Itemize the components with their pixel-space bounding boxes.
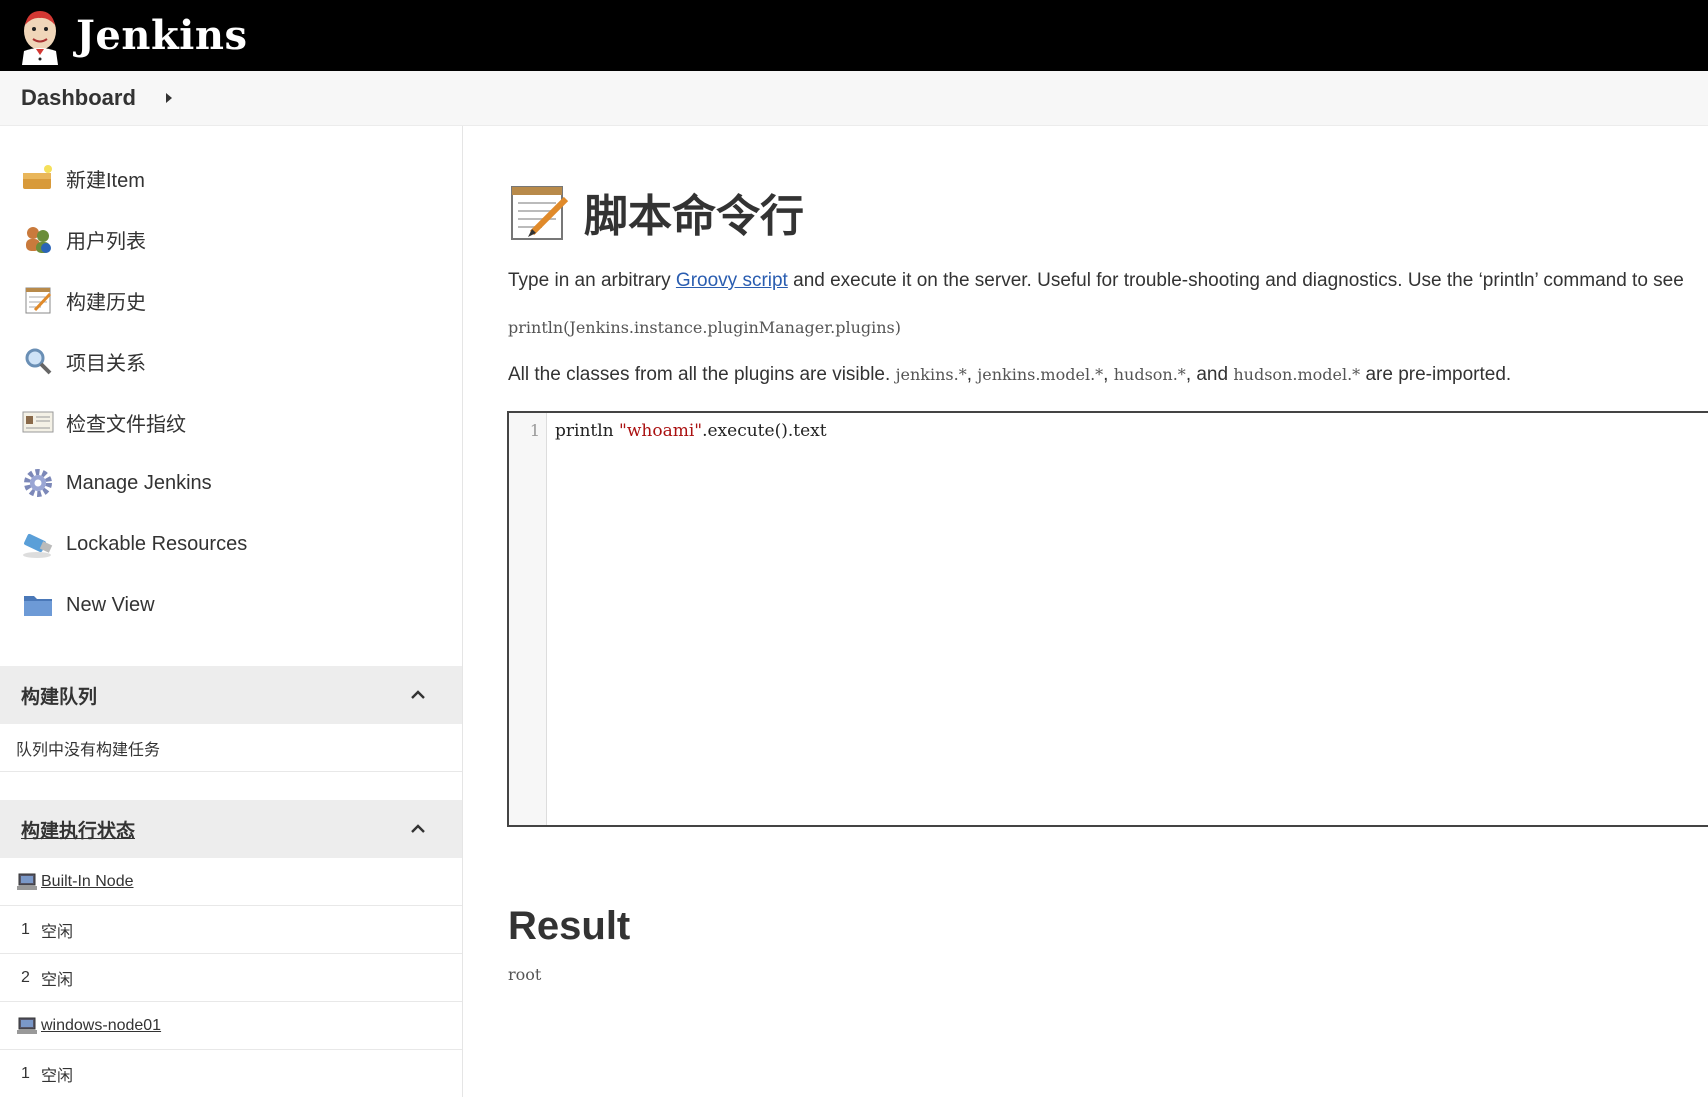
description-text: Type in an arbitrary <box>508 270 676 291</box>
chevron-up-icon[interactable] <box>410 687 426 703</box>
executor-number: 1 <box>21 920 30 938</box>
imports-line: All the classes from all the plugins are… <box>508 364 1511 386</box>
sidebar: 新建Item 用户列表 构建历史 项目关系 检查文件指纹 Manage Jenk… <box>0 126 463 1097</box>
line-gutter: 1 <box>509 413 547 825</box>
sidebar-item-label: 新建Item <box>66 169 145 192</box>
breadcrumb-caret-icon[interactable] <box>165 93 172 103</box>
sidebar-item-label: Manage Jenkins <box>66 471 212 494</box>
node-link-built-in[interactable]: Built-In Node <box>41 873 134 891</box>
executor-number: 2 <box>21 968 30 986</box>
sidebar-item-users[interactable]: 用户列表 <box>20 219 146 259</box>
breadcrumb-dashboard[interactable]: Dashboard <box>21 85 136 111</box>
sidebar-item-new-view[interactable]: New View <box>20 585 155 625</box>
fingerprint-icon <box>20 404 56 440</box>
sidebar-item-new-item[interactable]: 新建Item <box>20 158 145 198</box>
description-text: are pre-imported. <box>1360 364 1512 385</box>
sidebar-item-label: 构建历史 <box>66 291 146 314</box>
package-name: hudson.model.* <box>1233 365 1361 384</box>
executor-status: 空闲 <box>41 1067 74 1085</box>
executor-node-row: Built-In Node <box>0 858 462 906</box>
executor-status: 空闲 <box>41 923 74 941</box>
build-queue-header: 构建队列 <box>0 666 462 724</box>
page-title-text: 脚本命令行 <box>584 191 804 242</box>
jenkins-logo-icon[interactable] <box>18 7 62 65</box>
usb-icon <box>20 526 56 562</box>
sidebar-item-label: 项目关系 <box>66 352 146 375</box>
notepad-icon <box>511 186 569 240</box>
separator: , <box>1103 364 1114 385</box>
executors-title[interactable]: 构建执行状态 <box>21 816 135 843</box>
line-number: 1 <box>529 421 540 440</box>
page-title: 脚本命令行 <box>508 180 804 244</box>
script-editor[interactable]: 1 println "whoami".execute().text <box>507 411 1708 827</box>
package-name: jenkins.model.* <box>977 365 1104 384</box>
groovy-script-link[interactable]: Groovy script <box>676 270 788 291</box>
result-heading: Result <box>508 904 631 948</box>
computer-icon <box>17 873 37 890</box>
folder-icon <box>20 587 56 623</box>
executors-header: 构建执行状态 <box>0 800 462 858</box>
brand-name[interactable]: Jenkins <box>76 12 247 59</box>
sidebar-item-label: New View <box>66 593 155 616</box>
executor-number: 1 <box>21 1064 30 1082</box>
computer-icon <box>17 1017 37 1034</box>
result-output: root <box>508 965 542 984</box>
executor-status: 空闲 <box>41 971 74 989</box>
sidebar-item-lockable-resources[interactable]: Lockable Resources <box>20 524 247 564</box>
code-string: "whoami" <box>619 421 703 441</box>
package-name: jenkins.* <box>895 365 967 384</box>
executor-node-row: windows-node01 <box>0 1002 462 1050</box>
code-line[interactable]: println "whoami".execute().text <box>555 421 827 441</box>
build-queue-title: 构建队列 <box>21 686 98 708</box>
executor-row: 1 空闲 <box>0 906 462 954</box>
sidebar-item-label: 检查文件指纹 <box>66 413 186 436</box>
users-icon <box>20 221 56 257</box>
top-header: Jenkins <box>0 0 1708 71</box>
new-item-icon <box>20 160 56 196</box>
sidebar-item-fingerprint[interactable]: 检查文件指纹 <box>20 402 186 442</box>
package-name: hudson.* <box>1113 365 1186 384</box>
sidebar-item-build-history[interactable]: 构建历史 <box>20 280 146 320</box>
executor-row: 2 空闲 <box>0 954 462 1002</box>
build-queue-empty-text: 队列中没有构建任务 <box>16 741 161 759</box>
node-link-windows-node01[interactable]: windows-node01 <box>41 1017 161 1035</box>
separator: , <box>966 364 978 385</box>
code-token: println <box>555 421 620 441</box>
example-code: println(Jenkins.instance.pluginManager.p… <box>508 318 901 337</box>
breadcrumb: Dashboard <box>0 71 1708 126</box>
code-token: .execute().text <box>702 421 827 441</box>
description-text: All the classes from all the plugins are… <box>508 364 896 385</box>
sidebar-item-project-relationship[interactable]: 项目关系 <box>20 341 146 381</box>
build-queue-empty: 队列中没有构建任务 <box>0 724 462 772</box>
executor-row: 1 空闲 <box>0 1050 462 1097</box>
main-panel: 脚本命令行 Type in an arbitrary Groovy script… <box>464 126 1708 1097</box>
sidebar-item-label: 用户列表 <box>66 230 146 253</box>
chevron-up-icon[interactable] <box>410 821 426 837</box>
description-text: and execute it on the server. Useful for… <box>787 270 1684 291</box>
sidebar-item-label: Lockable Resources <box>66 532 248 555</box>
separator: , and <box>1185 364 1234 385</box>
search-icon <box>20 343 56 379</box>
description-line: Type in an arbitrary Groovy script and e… <box>508 270 1684 292</box>
gear-icon <box>20 465 56 501</box>
sidebar-item-manage-jenkins[interactable]: Manage Jenkins <box>20 463 212 503</box>
notepad-icon <box>20 282 56 318</box>
